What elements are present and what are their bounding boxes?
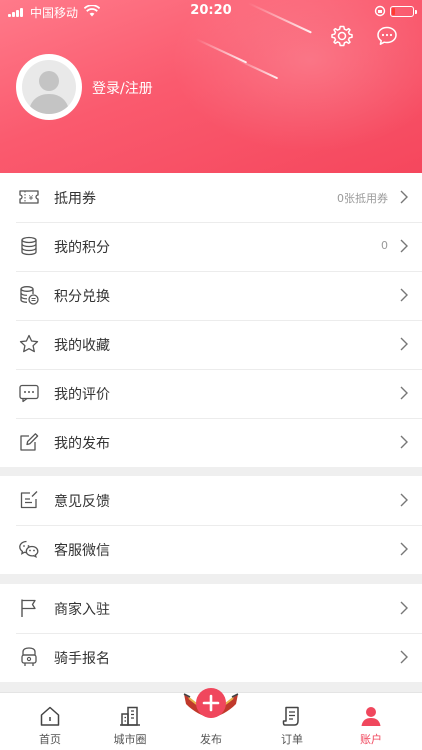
battery-icon: [390, 6, 417, 17]
tab-label: 账户: [360, 733, 382, 746]
menu-item-coupons[interactable]: ¥ 抵用券 0张抵用券: [0, 173, 422, 222]
publish-plus-button[interactable]: [196, 688, 226, 718]
chevron-right-icon: [400, 288, 408, 302]
settings-icon[interactable]: [330, 24, 354, 48]
menu-item-value: 0张抵用券: [337, 192, 388, 205]
chevron-right-icon: [400, 493, 408, 507]
edit-icon: [20, 433, 39, 451]
account-icon: [361, 707, 381, 726]
menu-item-wechat-service[interactable]: 客服微信: [0, 525, 422, 574]
menu-item-favorites[interactable]: 我的收藏: [0, 320, 422, 369]
menu-item-my-posts[interactable]: 我的发布: [0, 418, 422, 467]
exchange-icon: [20, 286, 39, 305]
menu-group-partner: 商家入驻 骑手报名: [0, 584, 422, 682]
coupon-icon: ¥: [19, 190, 39, 204]
tab-account[interactable]: 账户: [329, 693, 413, 750]
menu-item-points[interactable]: 我的积分 0: [0, 222, 422, 271]
chevron-right-icon: [400, 190, 408, 204]
menu-group-account: ¥ 抵用券 0张抵用券 我的积分 0 积分兑换 我的收藏 我的评价 我的发布: [0, 173, 422, 467]
tab-label: 订单: [281, 733, 303, 746]
menu-item-merchant-join[interactable]: 商家入驻: [0, 584, 422, 633]
chevron-right-icon: [400, 650, 408, 664]
chevron-right-icon: [400, 386, 408, 400]
home-icon: [40, 706, 60, 726]
chevron-right-icon: [400, 239, 408, 253]
tab-label: 发布: [200, 733, 222, 746]
wechat-icon: [19, 540, 39, 559]
tab-home[interactable]: 首页: [8, 693, 92, 750]
plus-icon: [202, 694, 220, 712]
menu-item-value: 0: [381, 239, 388, 252]
menu-item-label: 我的积分: [54, 240, 110, 256]
menu-item-label: 我的评价: [54, 387, 110, 403]
menu-item-label: 我的发布: [54, 436, 110, 452]
city-icon: [120, 706, 140, 726]
menu-item-label: 我的收藏: [54, 338, 110, 354]
tab-label: 城市圈: [113, 733, 147, 746]
menu-item-points-exchange[interactable]: 积分兑换: [0, 271, 422, 320]
menu-item-rider-signup[interactable]: 骑手报名: [0, 633, 422, 682]
chevron-right-icon: [400, 542, 408, 556]
chevron-right-icon: [400, 337, 408, 351]
avatar[interactable]: [16, 54, 82, 120]
tab-orders[interactable]: 订单: [250, 693, 334, 750]
menu-item-reviews[interactable]: 我的评价: [0, 369, 422, 418]
menu-item-label: 意见反馈: [54, 494, 110, 510]
feedback-icon: [20, 491, 38, 509]
default-user-icon: [28, 71, 70, 114]
menu-item-label: 客服微信: [54, 543, 110, 559]
menu-group-support: 意见反馈 客服微信: [0, 476, 422, 574]
coins-icon: [21, 236, 37, 256]
rider-icon: [21, 647, 37, 666]
status-bar: 中国移动 20:20: [0, 0, 422, 24]
menu-item-label: 抵用券: [54, 191, 96, 207]
order-icon: [282, 706, 299, 726]
login-register-link[interactable]: 登录/注册: [92, 78, 153, 98]
chevron-right-icon: [400, 435, 408, 449]
tab-label: 首页: [39, 733, 61, 746]
chevron-right-icon: [400, 601, 408, 615]
comment-icon: [19, 384, 39, 403]
message-icon[interactable]: [375, 24, 399, 48]
rotation-lock-icon: [374, 5, 386, 17]
tab-city-circle[interactable]: 城市圈: [88, 693, 172, 750]
svg-text:¥: ¥: [29, 194, 34, 202]
menu-item-label: 骑手报名: [54, 651, 110, 667]
menu-item-label: 积分兑换: [54, 289, 110, 305]
status-time: 20:20: [190, 3, 232, 18]
star-icon: [19, 334, 39, 353]
flag-icon: [21, 599, 36, 617]
menu-item-feedback[interactable]: 意见反馈: [0, 476, 422, 525]
menu-item-label: 商家入驻: [54, 602, 110, 618]
